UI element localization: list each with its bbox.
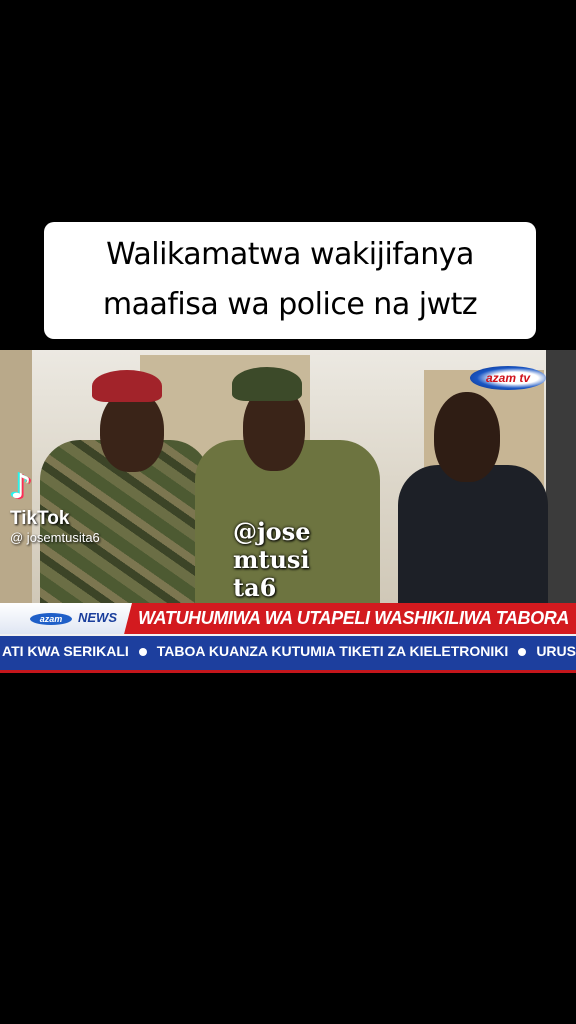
tiktok-watermark: ♪ TikTok @ josemtusita6 xyxy=(10,470,100,545)
tiktok-note-icon: ♪ xyxy=(10,467,32,507)
tiktok-username: @ josemtusita6 xyxy=(10,530,100,545)
ticker-dot-icon xyxy=(138,648,147,657)
face xyxy=(434,392,500,482)
azam-badge-logo: azam xyxy=(30,613,72,625)
green-cap xyxy=(232,367,302,401)
news-ticker: ATI KWA SERIKALI TABOA KUANZA KUTUMIA TIK… xyxy=(0,634,576,670)
red-beret xyxy=(92,370,162,402)
ticker-bottom-line xyxy=(0,670,576,673)
news-badge: azam NEWS xyxy=(0,603,132,634)
caption-line-2: maafisa wa police na jwtz xyxy=(102,287,478,322)
ticker-item: TABOA KUANZA KUTUMIA TIKETI ZA KIELETRON… xyxy=(156,643,509,659)
news-label: NEWS xyxy=(78,610,117,625)
caption-line-1: Walikamatwa wakijifanya xyxy=(106,237,474,272)
ticker-dot-icon xyxy=(518,648,527,657)
tiktok-brand: TikTok xyxy=(10,508,70,529)
ticker-item: ATI KWA SERIKALI xyxy=(2,643,129,659)
caption-box: Walikamatwa wakijifanya maafisa wa polic… xyxy=(44,222,536,339)
headline-text: WATUHUMIWA WA UTAPELI WASHIKILIWA TABORA xyxy=(138,608,569,628)
ticker-track: ATI KWA SERIKALI TABOA KUANZA KUTUMIA TIK… xyxy=(2,636,576,666)
ticker-item: URUSI YAKIRI KUWA xyxy=(536,643,576,659)
azam-tv-logo: azam tv xyxy=(470,366,546,390)
username-overlay: @jose mtusi ta6 xyxy=(233,517,311,602)
face xyxy=(100,390,164,472)
